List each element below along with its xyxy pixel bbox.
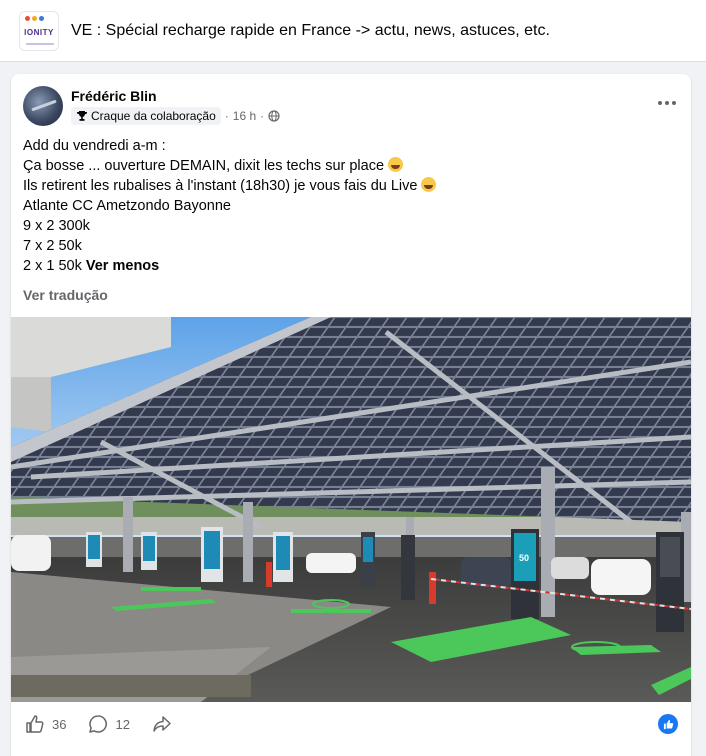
author-avatar[interactable] bbox=[23, 86, 63, 126]
like-count: 36 bbox=[52, 716, 67, 732]
post-time[interactable]: 16 h bbox=[233, 109, 256, 123]
group-header: IONITY VE : Spécial recharge rapide en F… bbox=[0, 0, 706, 62]
trophy-icon bbox=[76, 111, 88, 121]
grinning-emoji-icon bbox=[388, 157, 404, 172]
post-body: Add du vendredi a-m : Ça bosse ... ouver… bbox=[23, 136, 673, 276]
share-icon bbox=[153, 716, 171, 732]
contributor-badge[interactable]: Craque da colaboração bbox=[71, 107, 221, 125]
see-less-link[interactable]: Ver menos bbox=[86, 258, 159, 274]
post-line: Ça bosse ... ouverture DEMAIN, dixit les… bbox=[23, 158, 385, 174]
laughing-emoji-icon bbox=[421, 177, 437, 192]
comment-button[interactable]: 12 bbox=[88, 714, 130, 734]
charging-station-photo: 50 bbox=[11, 317, 691, 702]
author-name[interactable]: Frédéric Blin bbox=[71, 88, 157, 104]
like-badge-icon[interactable] bbox=[658, 714, 678, 734]
like-button[interactable]: 36 bbox=[25, 714, 66, 734]
meta-separator: · bbox=[224, 109, 229, 123]
post-card: Frédéric Blin Craque da colaboração · 16… bbox=[11, 74, 691, 756]
share-button[interactable] bbox=[152, 714, 172, 734]
post-line: Add du vendredi a-m : bbox=[23, 138, 166, 154]
contributor-badge-label: Craque da colaboração bbox=[91, 109, 216, 123]
logo-dots bbox=[25, 15, 44, 21]
like-icon bbox=[26, 715, 44, 733]
comment-count: 12 bbox=[115, 716, 130, 732]
charger-label: 50 bbox=[519, 553, 529, 563]
meta-separator-2: · bbox=[260, 109, 265, 123]
see-translation-link[interactable]: Ver tradução bbox=[23, 287, 108, 303]
group-title[interactable]: VE : Spécial recharge rapide en France -… bbox=[71, 22, 550, 40]
more-icon bbox=[658, 101, 662, 105]
post-photo[interactable]: 50 bbox=[11, 317, 691, 702]
globe-icon bbox=[268, 110, 280, 122]
post-line: 7 x 2 50k bbox=[23, 238, 82, 254]
group-logo-text: IONITY bbox=[24, 28, 54, 37]
post-meta: Craque da colaboração · 16 h · bbox=[71, 107, 280, 125]
post-line: 2 x 1 50k bbox=[23, 258, 82, 274]
group-avatar[interactable]: IONITY bbox=[19, 10, 59, 51]
post-line: 9 x 2 300k bbox=[23, 218, 90, 234]
post-line: Atlante CC Ametzondo Bayonne bbox=[23, 198, 231, 214]
post-line: Ils retirent les rubalises à l'instant (… bbox=[23, 178, 418, 194]
comment-icon bbox=[89, 715, 108, 733]
post-actions: 36 12 bbox=[11, 702, 691, 746]
more-options-button[interactable] bbox=[655, 94, 679, 112]
